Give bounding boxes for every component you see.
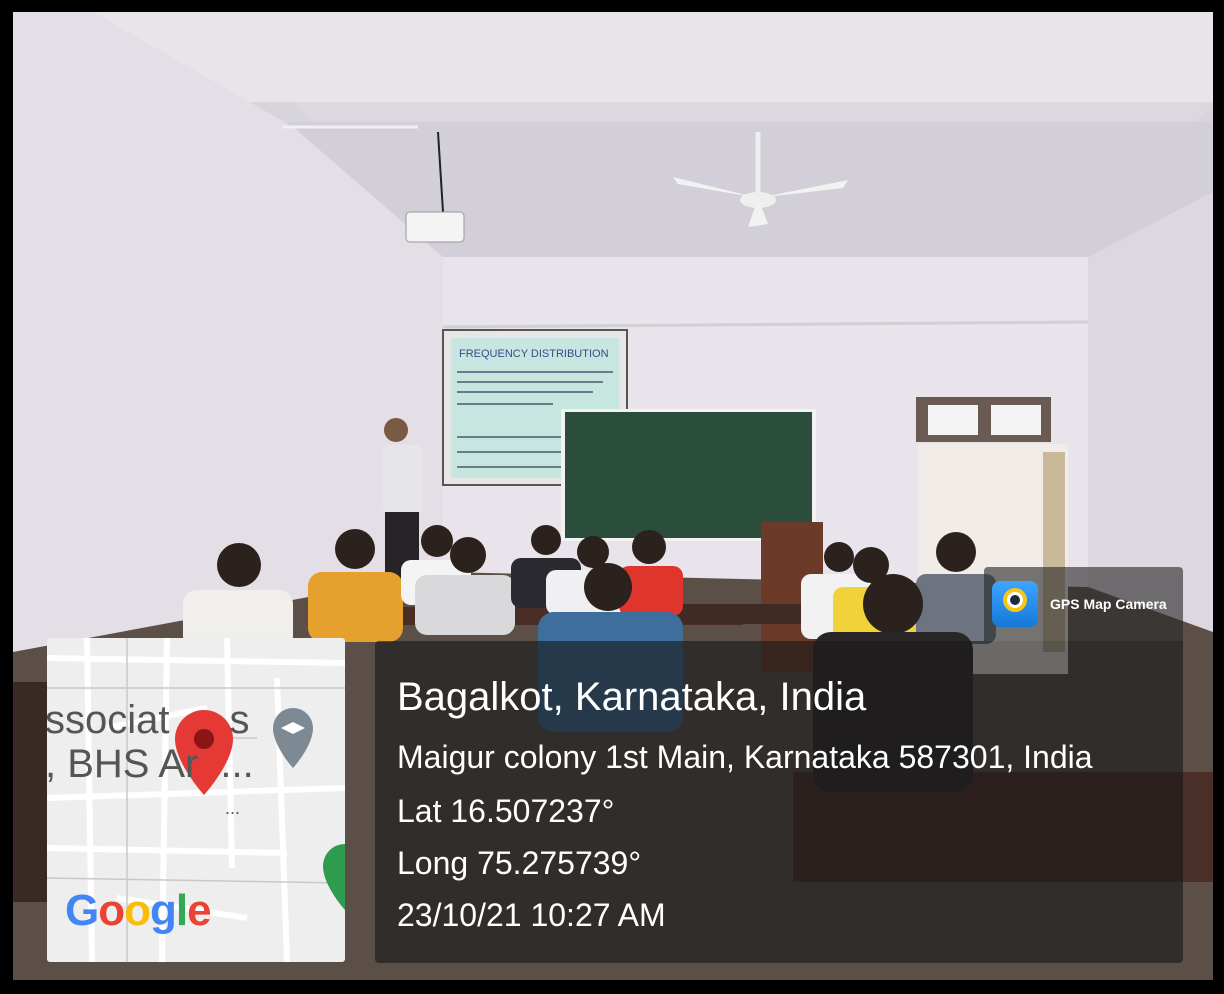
map-place-label-1: ssociat s — [47, 698, 250, 742]
map-place-label-2: , BHS Ar... — [47, 742, 254, 786]
location-address: Maigur colony 1st Main, Karnataka 587301… — [397, 739, 1093, 775]
slide-title: FREQUENCY DISTRIBUTION — [459, 348, 609, 360]
location-info-panel: Bagalkot, Karnataka, India Maigur colony… — [375, 641, 1183, 963]
map-thumbnail: ssociat s , BHS Ar... ... Google — [47, 638, 345, 962]
classroom-photo: FREQUENCY DISTRIBUTION GPS Map Camera Ba… — [13, 12, 1213, 980]
gps-map-camera-icon — [992, 581, 1038, 627]
google-letter: g — [150, 886, 177, 935]
location-datetime: 23/10/21 10:27 AM — [397, 897, 666, 933]
badge-label: GPS Map Camera — [1050, 596, 1167, 612]
location-city: Bagalkot, Karnataka, India — [397, 675, 867, 719]
photo-frame: FREQUENCY DISTRIBUTION GPS Map Camera Ba… — [0, 0, 1224, 994]
location-latitude: Lat 16.507237° — [397, 793, 615, 829]
location-longitude: Long 75.275739° — [397, 845, 642, 881]
google-letter: G — [65, 886, 99, 935]
google-letter: o — [98, 886, 125, 935]
google-letter: e — [187, 886, 212, 935]
google-logo: Google — [65, 886, 212, 936]
gps-map-camera-badge: GPS Map Camera — [984, 567, 1183, 641]
google-letter: o — [124, 886, 151, 935]
map-dots: ... — [225, 798, 241, 818]
park-pin-icon — [323, 844, 345, 910]
google-letter: l — [175, 886, 188, 935]
